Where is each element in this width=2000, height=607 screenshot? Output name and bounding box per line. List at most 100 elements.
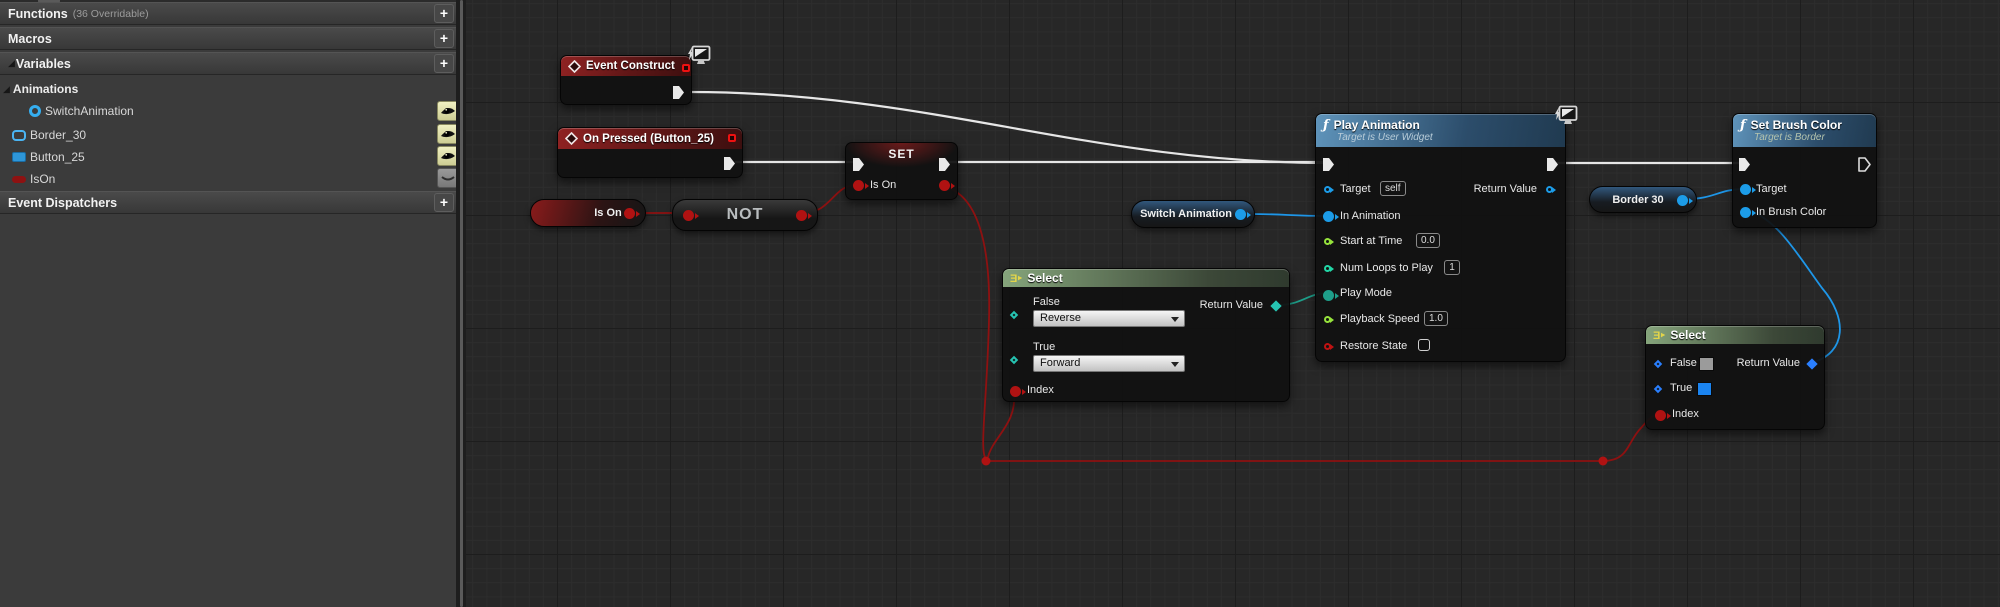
node-get-switch-animation[interactable]: Switch Animation (1131, 200, 1255, 228)
section-variables[interactable]: ◢ Variables (0, 52, 456, 75)
is-on-output-pin[interactable] (939, 180, 955, 191)
node-header[interactable]: Event Construct (561, 56, 691, 76)
false-color-pin[interactable] (1653, 359, 1663, 369)
section-functions[interactable]: Functions (36 Overridable) (0, 2, 456, 25)
variable-row-ison[interactable]: IsOn (0, 168, 456, 190)
num-loops-value[interactable]: 1 (1444, 260, 1460, 275)
eye-open-icon (441, 107, 455, 114)
node-header[interactable]: ƒ Play Animation Target is User Widget (1316, 114, 1565, 147)
true-wildcard-pin[interactable] (1009, 355, 1019, 365)
add-macro-button[interactable]: + (434, 29, 454, 48)
playback-speed-pin[interactable] (1324, 316, 1334, 323)
node-set-brush-color[interactable]: ƒ Set Brush Color Target is Border Targe… (1732, 113, 1877, 228)
animation-output-pin[interactable] (1235, 209, 1251, 220)
true-color-pin[interactable] (1653, 384, 1663, 394)
node-title: Set Brush Color (1750, 118, 1842, 132)
target-value-box[interactable]: self (1380, 181, 1406, 196)
playback-speed-value[interactable]: 1.0 (1424, 311, 1448, 326)
expander-icon[interactable]: ◢ (3, 84, 10, 94)
node-not[interactable]: NOT (672, 199, 818, 231)
scrollbar-thumb[interactable] (460, 0, 463, 607)
target-pin[interactable] (1324, 186, 1334, 193)
node-header[interactable]: On Pressed (Button_25) (558, 128, 742, 149)
in-brush-color-label: In Brush Color (1756, 206, 1827, 218)
false-value-dropdown[interactable]: Reverse (1033, 310, 1185, 327)
is-on-input-pin[interactable] (853, 180, 869, 191)
variable-row-button-25[interactable]: Button_25 (0, 146, 456, 168)
variable-row-switchanimation[interactable]: SwitchAnimation (0, 100, 456, 122)
node-get-border-30[interactable]: Border 30 (1589, 186, 1697, 213)
in-animation-pin[interactable] (1323, 211, 1339, 222)
node-on-pressed[interactable]: On Pressed (Button_25) (557, 127, 743, 178)
index-pin[interactable] (1655, 410, 1671, 421)
start-at-time-pin[interactable] (1324, 238, 1334, 245)
section-macros[interactable]: Macros (0, 27, 456, 50)
node-set-is-on[interactable]: SET Is On (845, 142, 958, 200)
restore-state-label: Restore State (1340, 340, 1408, 352)
node-subtitle: Target is Border (1754, 132, 1825, 143)
true-color-swatch[interactable] (1697, 382, 1712, 396)
animations-category-label: Animations (12, 82, 79, 96)
false-wildcard-pin[interactable] (1009, 310, 1019, 320)
getter-label: Is On (594, 207, 622, 219)
node-play-animation[interactable]: ƒ Play Animation Target is User Widget T… (1315, 105, 1578, 362)
node-event-construct[interactable]: Event Construct (560, 45, 711, 105)
play-mode-pin[interactable] (1323, 290, 1339, 301)
target-pin[interactable] (1740, 184, 1756, 195)
exec-in-pin[interactable] (1738, 157, 1751, 172)
node-select-color[interactable]: Ǝ‣ Select False Return Value True Index (1645, 325, 1825, 430)
bool-output-pin[interactable] (624, 208, 640, 219)
expander-icon[interactable]: ◢ (8, 59, 15, 68)
add-variable-button[interactable]: + (434, 54, 454, 73)
border-output-pin[interactable] (1677, 195, 1693, 206)
add-function-button[interactable]: + (434, 4, 454, 23)
node-header[interactable]: Ǝ‣ Select (1646, 326, 1824, 344)
variable-name: SwitchAnimation (45, 104, 134, 118)
pin-label: Is On (870, 179, 897, 191)
restore-state-pin[interactable] (1324, 343, 1334, 350)
category-animations[interactable]: ◢ Animations (0, 80, 456, 98)
target-label: Target (1756, 183, 1787, 195)
return-value-pin[interactable] (1270, 300, 1282, 312)
variable-row-border-30[interactable]: Border_30 (0, 124, 456, 146)
widget-animation-icon (29, 105, 41, 117)
start-at-time-value[interactable]: 0.0 (1416, 233, 1440, 248)
debug-badge-icon (728, 134, 736, 142)
return-value-pin[interactable] (1546, 186, 1556, 193)
in-brush-color-pin[interactable] (1740, 207, 1756, 218)
exec-out-pin[interactable] (723, 156, 736, 171)
restore-state-checkbox[interactable] (1418, 339, 1430, 351)
functions-note: (36 Overridable) (72, 7, 149, 20)
node-title: On Pressed (Button_25) (583, 132, 714, 145)
node-title: Play Animation (1333, 118, 1420, 132)
exec-in-pin[interactable] (852, 157, 865, 172)
add-event-dispatcher-button[interactable]: + (434, 193, 454, 212)
node-select-play-mode[interactable]: Ǝ‣ Select False Reverse True Forward Ind… (1002, 268, 1290, 402)
exec-out-pin[interactable] (938, 157, 951, 172)
exec-in-pin[interactable] (1322, 157, 1335, 172)
true-value-dropdown[interactable]: Forward (1033, 355, 1185, 372)
false-color-swatch[interactable] (1699, 357, 1714, 371)
section-event-dispatchers[interactable]: Event Dispatchers (0, 191, 456, 214)
node-header[interactable]: Ǝ‣ Select (1003, 269, 1289, 287)
playback-speed-label: Playback Speed (1340, 313, 1420, 325)
exec-out-pin[interactable] (1546, 157, 1559, 172)
event-dispatchers-label: Event Dispatchers (8, 195, 118, 210)
num-loops-pin[interactable] (1324, 265, 1334, 272)
node-subtitle: Target is User Widget (1337, 132, 1433, 143)
panel-splitter[interactable] (456, 0, 466, 607)
return-value-label: Return Value (1199, 299, 1263, 311)
exec-out-pin[interactable] (1858, 157, 1871, 172)
monitor-icon (1555, 105, 1578, 124)
exec-out-pin[interactable] (672, 85, 685, 100)
index-pin[interactable] (1010, 386, 1026, 397)
bool-input-pin[interactable] (683, 210, 699, 221)
node-header[interactable]: ƒ Set Brush Color Target is Border (1733, 114, 1876, 147)
node-title: Event Construct (586, 60, 675, 72)
bool-output-pin[interactable] (796, 210, 812, 221)
node-title: Select (1670, 328, 1706, 342)
return-value-pin[interactable] (1806, 358, 1818, 370)
node-get-is-on[interactable]: Is On (530, 199, 646, 227)
select-icon: Ǝ‣ (1010, 272, 1023, 285)
functions-label: Functions (8, 6, 68, 21)
